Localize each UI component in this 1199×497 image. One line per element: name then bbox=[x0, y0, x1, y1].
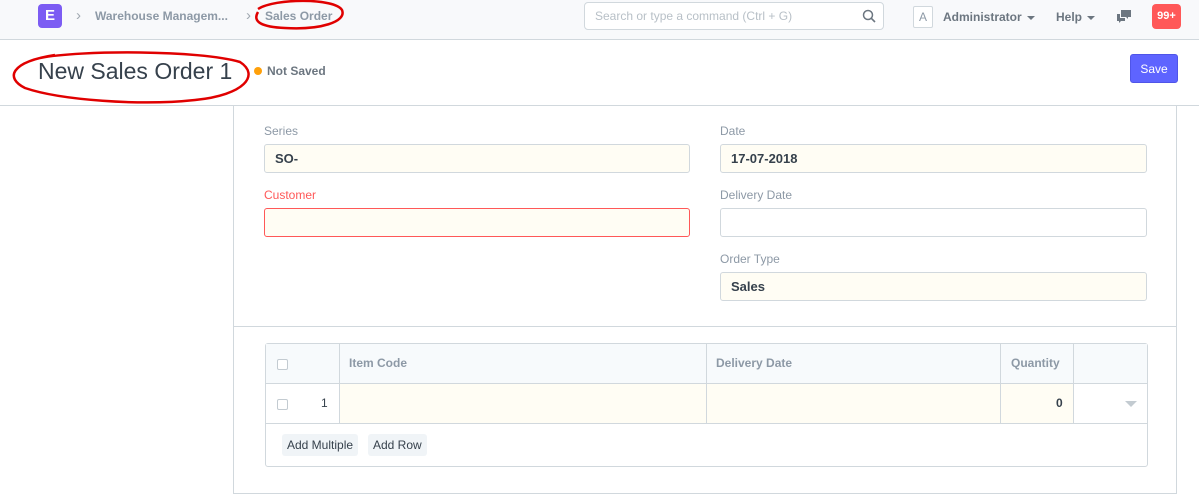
page-title: New Sales Order 1 bbox=[38, 58, 233, 84]
quantity-value: 0 bbox=[1056, 396, 1063, 410]
help-menu[interactable]: Help bbox=[1056, 10, 1096, 24]
column-divider bbox=[1000, 344, 1001, 424]
item-code-cell[interactable] bbox=[340, 384, 706, 423]
date-label: Date bbox=[720, 124, 746, 138]
form-layout: Series SO- Customer Date 17-07-2018 Deli… bbox=[233, 106, 1177, 494]
app-logo[interactable]: E bbox=[38, 4, 62, 28]
save-button[interactable]: Save bbox=[1130, 54, 1178, 83]
user-name: Administrator bbox=[943, 10, 1022, 24]
section-divider bbox=[234, 326, 1176, 327]
breadcrumb-sales-order[interactable]: Sales Order bbox=[265, 9, 332, 23]
series-label: Series bbox=[264, 124, 299, 138]
customer-label: Customer bbox=[264, 188, 317, 202]
status-dot bbox=[254, 67, 262, 75]
column-divider bbox=[706, 344, 707, 424]
order-type-label: Order Type bbox=[720, 252, 780, 266]
items-grid: Item Code Delivery Date Quantity 1 0 Add… bbox=[265, 343, 1148, 467]
column-header-item-code: Item Code bbox=[349, 356, 408, 370]
search-input[interactable] bbox=[585, 3, 845, 29]
delivery-date-cell[interactable] bbox=[707, 384, 1000, 423]
select-all-checkbox[interactable] bbox=[277, 359, 288, 370]
customer-field[interactable] bbox=[264, 208, 690, 237]
user-menu[interactable]: Administrator bbox=[943, 10, 1035, 24]
add-row-button[interactable]: Add Row bbox=[368, 434, 427, 456]
add-multiple-button[interactable]: Add Multiple bbox=[282, 434, 359, 456]
search-bar bbox=[584, 2, 884, 30]
breadcrumb-warehouse-management[interactable]: Warehouse Managem... bbox=[95, 9, 228, 23]
search-icon[interactable] bbox=[862, 9, 876, 23]
chevron-right-icon: › bbox=[76, 7, 81, 24]
column-header-quantity: Quantity bbox=[1011, 356, 1060, 370]
column-divider bbox=[1073, 344, 1074, 424]
order-type-select[interactable]: Sales bbox=[720, 272, 1147, 301]
delivery-date-label: Delivery Date bbox=[720, 188, 793, 202]
series-field[interactable]: SO- bbox=[264, 144, 690, 173]
chat-icon[interactable] bbox=[1116, 9, 1132, 25]
caret-down-icon bbox=[1087, 15, 1096, 20]
row-edit-caret-icon[interactable] bbox=[1125, 401, 1137, 407]
delivery-date-field[interactable] bbox=[720, 208, 1147, 237]
help-label: Help bbox=[1056, 10, 1083, 24]
notifications-badge[interactable]: 99+ bbox=[1152, 4, 1181, 29]
caret-down-icon bbox=[1026, 15, 1035, 20]
page-head: New Sales Order 1 Not Saved Save bbox=[0, 40, 1199, 106]
column-header-delivery-date: Delivery Date bbox=[716, 356, 793, 370]
navbar: E › Warehouse Managem... › Sales Order A… bbox=[0, 0, 1199, 40]
column-divider bbox=[339, 344, 340, 424]
avatar[interactable]: A bbox=[913, 6, 933, 28]
row-checkbox[interactable] bbox=[277, 399, 288, 410]
chevron-right-icon: › bbox=[246, 7, 251, 24]
row-index: 1 bbox=[321, 396, 328, 410]
date-field[interactable]: 17-07-2018 bbox=[720, 144, 1147, 173]
status-indicator: Not Saved bbox=[267, 64, 326, 78]
